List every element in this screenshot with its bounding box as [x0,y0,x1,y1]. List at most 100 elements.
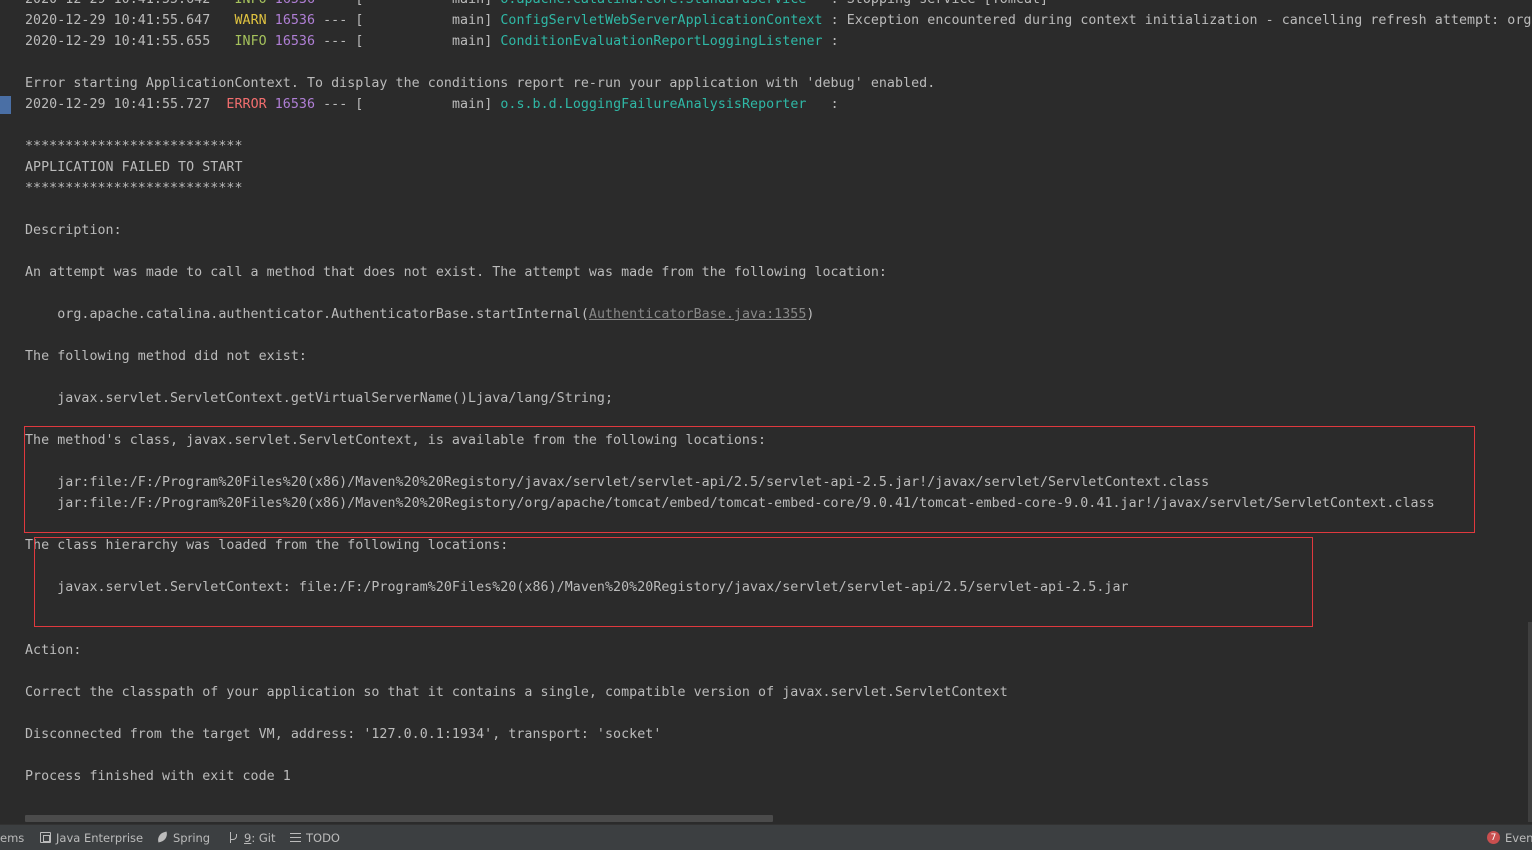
log-pid: 16536 [274,13,316,28]
log-pid: 16536 [274,34,316,49]
tool-window-todo[interactable]: TODO [290,825,340,850]
log-message: : Stopping service [Tomcat] [823,0,1049,7]
line-text: Disconnected from the target VM, address… [25,727,662,742]
line-text: javax.servlet.ServletContext.getVirtualS… [25,391,614,406]
log-thread: main] [363,13,493,28]
log-pid: 16536 [275,0,315,7]
vertical-scrollbar[interactable] [1528,622,1532,822]
log-logger: o.apache.catalina.core.StandardService [500,0,822,7]
log-level: INFO [234,34,267,49]
todo-label: TODO [306,830,340,845]
console-line: Action: [25,640,1532,661]
log-logger: ConditionEvaluationReportLoggingListener [500,34,823,49]
console-line: Error starting ApplicationContext. To di… [25,73,1532,94]
tool-window-git[interactable]: 9: Git [228,825,275,850]
console-gutter [0,0,14,824]
line-text: jar:file:/F:/Program%20Files%20(x86)/Mav… [25,496,1435,511]
log-thread: main] [363,34,493,49]
tool-window-problems[interactable]: ems [0,825,24,850]
line-text: Error starting ApplicationContext. To di… [25,76,936,91]
log-logger: o.s.b.d.LoggingFailureAnalysisReporter [500,97,823,112]
event-log-label: Event [1505,830,1532,845]
git-label: : Git [251,830,276,845]
log-thread: main] [363,0,492,7]
gutter-marker [0,96,11,114]
line-text: Description: [25,223,122,238]
log-pid: 16536 [274,97,316,112]
console-line: 2020-12-29 10:41:55.655 INFO 16536 --- [… [25,31,1532,52]
tool-window-bar: ems Java Enterprise Spring 9: Git TODO 7… [0,824,1532,850]
console-line: javax.servlet.ServletContext: file:/F:/P… [25,577,1532,598]
console-line: 2020-12-29 10:41:55.727 ERROR 16536 --- … [25,94,1532,115]
console-output[interactable]: 2020-12-29 10:41:55.642 INFO 16536 --- [… [0,0,1532,824]
log-timestamp: 2020-12-29 10:41:55.642 [25,0,210,7]
log-message: : [822,34,839,49]
line-text: Correct the classpath of your applicatio… [25,685,1008,700]
console-line: Process finished with exit code 1 [25,766,1532,787]
line-text: Action: [25,643,82,658]
console-line: *************************** [25,178,1532,199]
line-text: ) [806,307,815,322]
console-line: APPLICATION FAILED TO START [25,157,1532,178]
log-level: WARN [234,13,267,28]
line-text: The method's class, javax.servlet.Servle… [25,433,767,448]
line-text: The class hierarchy was loaded from the … [25,538,509,553]
problems-label: ems [0,830,25,845]
line-text: org.apache.catalina.authenticator.Authen… [25,307,589,322]
log-message: : [822,97,839,112]
console-lines: 2020-12-29 10:41:55.642 INFO 16536 --- [… [25,0,1532,787]
console-line: jar:file:/F:/Program%20Files%20(x86)/Mav… [25,472,1532,493]
log-separator: --- [ [315,97,364,112]
log-level: ERROR [226,97,267,112]
console-line: javax.servlet.ServletContext.getVirtualS… [25,388,1532,409]
tool-window-event-log[interactable]: 7 Event [1487,825,1532,850]
line-text: An attempt was made to call a method tha… [25,265,887,280]
git-branch-icon [228,832,239,843]
console-line: The method's class, javax.servlet.Servle… [25,430,1532,451]
spring-label: Spring [173,830,211,845]
console-line: An attempt was made to call a method tha… [25,262,1532,283]
console-line: Disconnected from the target VM, address… [25,724,1532,745]
java-enterprise-label: Java Enterprise [56,830,144,845]
source-link[interactable]: AuthenticatorBase.java:1355 [589,307,807,322]
log-thread: main] [363,97,493,112]
console-line: Correct the classpath of your applicatio… [25,682,1532,703]
line-text: *************************** [25,139,243,154]
horizontal-scrollbar[interactable] [25,815,773,822]
tool-window-java-enterprise[interactable]: Java Enterprise [40,825,143,850]
console-line: The class hierarchy was loaded from the … [25,535,1532,556]
line-text: Process finished with exit code 1 [25,769,291,784]
console-line: org.apache.catalina.authenticator.Authen… [25,304,1532,325]
log-timestamp: 2020-12-29 10:41:55.655 [25,34,211,49]
tool-window-spring[interactable]: Spring [157,825,210,850]
log-level: INFO [234,0,266,7]
spring-leaf-icon [157,832,168,843]
log-logger: ConfigServletWebServerApplicationContext [500,13,823,28]
log-separator: --- [ [315,34,364,49]
event-count-badge: 7 [1487,831,1500,844]
line-text: The following method did not exist: [25,349,307,364]
console-line: The following method did not exist: [25,346,1532,367]
console-line: jar:file:/F:/Program%20Files%20(x86)/Mav… [25,493,1532,514]
line-text: *************************** [25,181,243,196]
line-text: APPLICATION FAILED TO START [25,160,243,175]
todo-list-icon [290,832,301,843]
log-timestamp: 2020-12-29 10:41:55.647 [25,13,211,28]
line-text: javax.servlet.ServletContext: file:/F:/P… [25,580,1129,595]
log-separator: --- [ [315,13,364,28]
log-timestamp: 2020-12-29 10:41:55.727 [25,97,211,112]
